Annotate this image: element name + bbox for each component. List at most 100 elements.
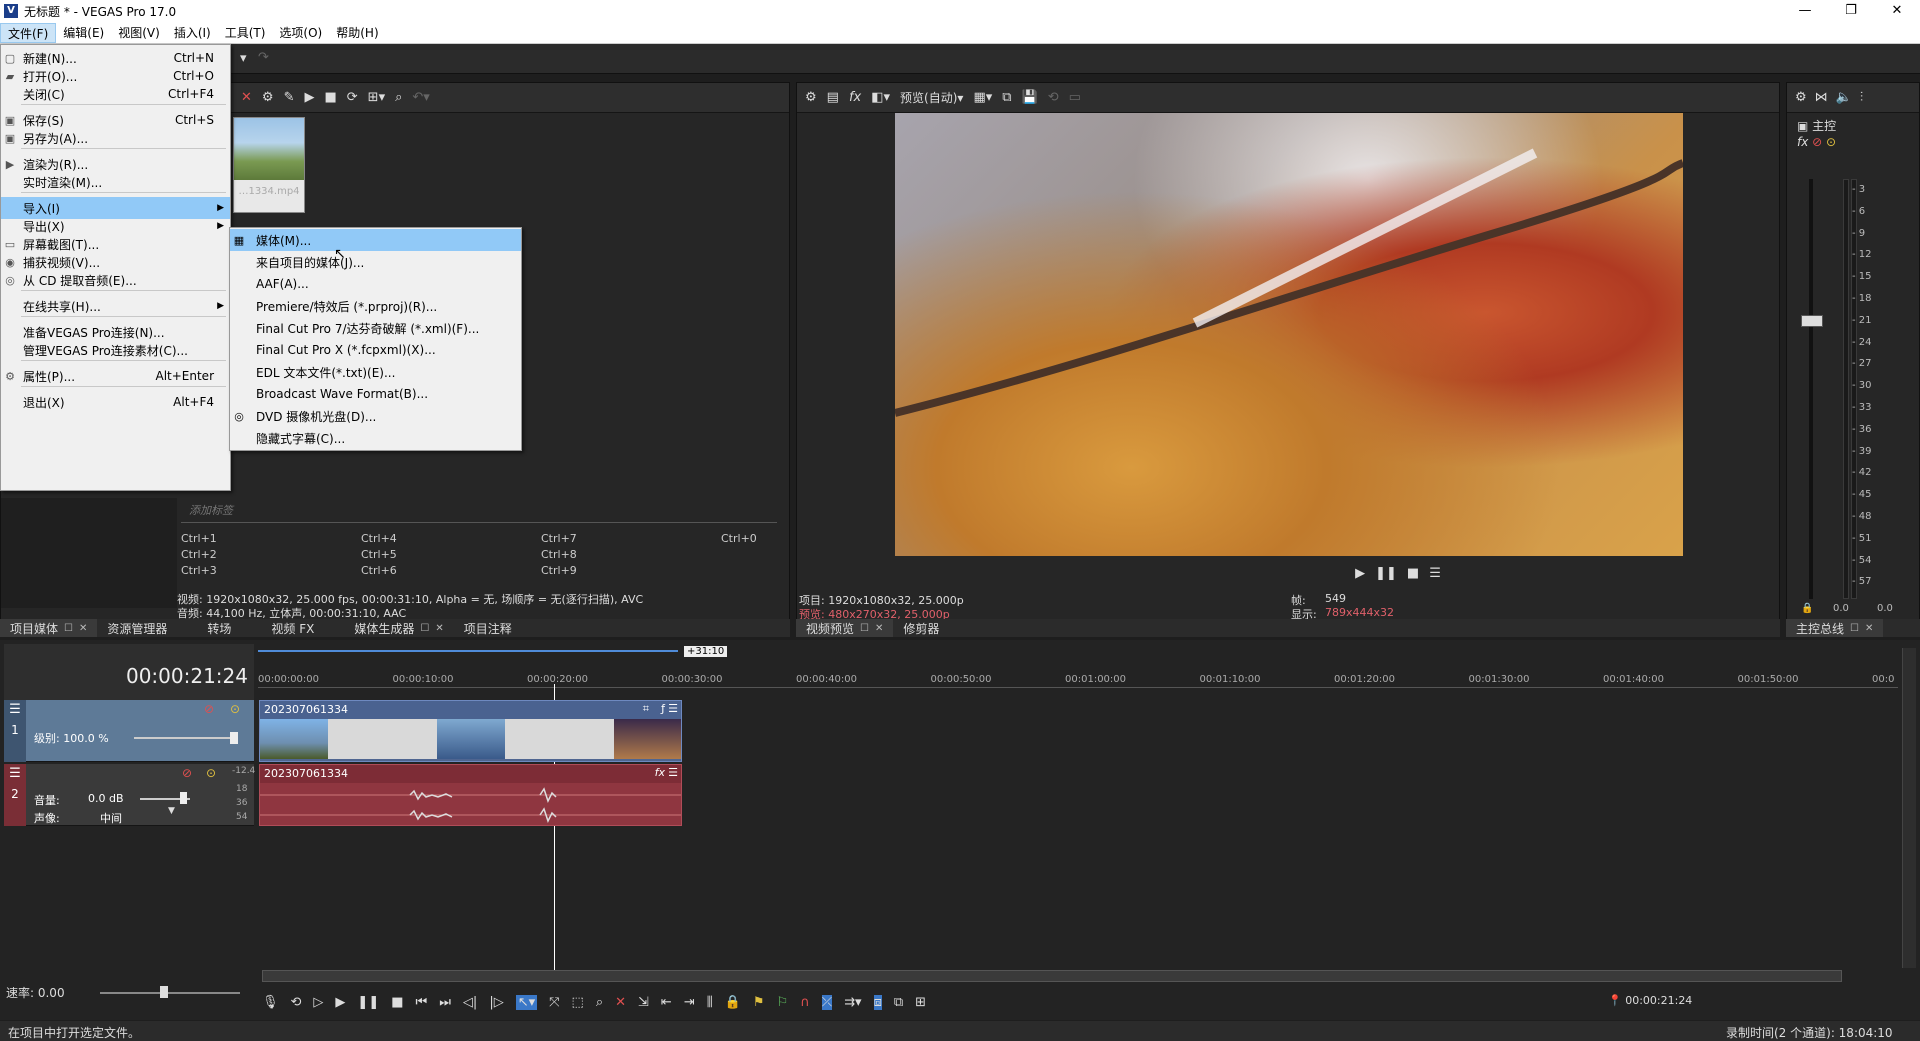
master-fx-icon[interactable]: fx [1797, 135, 1808, 149]
trim-icon[interactable]: ⇲ [638, 995, 649, 1010]
split-icon[interactable]: ⫼ [707, 995, 713, 1010]
mixer-icon[interactable]: ⫶ [1860, 90, 1863, 105]
redo-icon[interactable]: ↷ [258, 50, 269, 65]
dock-icon[interactable]: ☐ [420, 623, 429, 634]
import-submenu-item[interactable]: Broadcast Wave Format(B)... [230, 383, 521, 405]
shortcut-ctrl4[interactable]: Ctrl+4 [361, 532, 397, 545]
file-menu-item[interactable]: 退出(X) Alt+F4 [1, 391, 230, 413]
audio-track-menu-icon[interactable]: ☰ [4, 766, 26, 781]
sync-icon[interactable]: ⟲ [1048, 90, 1059, 105]
volume-handle[interactable] [180, 792, 187, 804]
loop-playback-icon[interactable]: ⟲ [291, 995, 302, 1010]
shortcut-ctrl2[interactable]: Ctrl+2 [181, 548, 217, 561]
audio-clip-menu-icon[interactable]: ☰ [668, 766, 678, 779]
delete-event-icon[interactable]: ✕ [615, 995, 626, 1010]
dock-icon[interactable]: ☐ [860, 623, 869, 634]
solo-icon[interactable]: ⊙ [1826, 135, 1836, 149]
clip-menu-icon[interactable]: ☰ [668, 702, 678, 715]
dock-icon[interactable]: ☐ [1850, 623, 1859, 634]
menu-edit[interactable]: 编辑(E) [56, 23, 111, 43]
video-clip[interactable]: 202307061334 ⌗ ƒ ☰ [259, 700, 682, 762]
clip-fx-icon[interactable]: ƒ [661, 702, 665, 715]
transport-stop-icon[interactable]: ■ [391, 995, 403, 1010]
preview-device-icon[interactable]: ▤ [827, 90, 839, 105]
menu-view[interactable]: 视图(V) [111, 23, 167, 43]
crop-icon[interactable]: ⌗ [643, 702, 649, 716]
add-tag-placeholder[interactable]: 添加标签 [181, 498, 777, 523]
file-menu-item[interactable]: 管理VEGAS Pro连接素材(C)... [1, 339, 230, 361]
downmix-icon[interactable]: ⋈ [1815, 90, 1828, 105]
undo-icon[interactable]: ↶▾ [412, 90, 429, 105]
master-gear-icon[interactable]: ⚙ [1795, 90, 1807, 105]
audio-clip[interactable]: 202307061334 fx ☰ [259, 764, 682, 826]
media-fx-icon[interactable]: ✎ [284, 90, 295, 105]
record-icon[interactable]: 🎙 [262, 995, 279, 1010]
normal-edit-tool-icon[interactable]: ↖▾ [515, 994, 538, 1010]
tab-project-media[interactable]: 项目媒体 ☐ ✕ [0, 619, 98, 637]
file-menu-item[interactable]: ◎ 从 CD 提取音频(E)... [1, 269, 230, 291]
import-submenu-item[interactable]: Premiere/特效后 (*.prproj)(R)... [230, 295, 521, 317]
tab-transitions[interactable]: 转场 [197, 619, 241, 637]
tab-master-bus[interactable]: 主控总线 ☐ ✕ [1786, 619, 1884, 637]
shortcut-ctrl3[interactable]: Ctrl+3 [181, 564, 217, 577]
properties-gear-icon[interactable]: ⚙ [262, 90, 274, 105]
preview-menu-icon[interactable]: ☰ [1429, 566, 1441, 581]
import-submenu-item[interactable]: ◎ DVD 摄像机光盘(D)... [230, 405, 521, 427]
next-frame-icon[interactable]: |▷ [489, 995, 503, 1010]
video-level-handle[interactable] [230, 732, 238, 744]
tab-trimmer[interactable]: 修剪器 [893, 619, 949, 637]
tab-video-fx[interactable]: 视频 FX [261, 619, 324, 637]
dock-icon[interactable]: ☐ [64, 623, 73, 634]
ripple-edit-icon[interactable]: ⇉▾ [844, 995, 861, 1010]
file-menu-item[interactable]: 在线共享(H)... ▶ [1, 295, 230, 317]
menu-help[interactable]: 帮助(H) [329, 23, 385, 43]
tab-video-preview[interactable]: 视频预览 ☐ ✕ [796, 619, 894, 637]
preview-pause-icon[interactable]: ❚❚ [1375, 566, 1397, 581]
display-icon[interactable]: ▭ [1069, 90, 1081, 105]
video-level-slider[interactable] [134, 737, 234, 739]
rate-handle[interactable] [160, 986, 168, 998]
file-menu-item[interactable]: ▣ 另存为(A)... [1, 127, 230, 149]
import-submenu-item[interactable]: 隐藏式字幕(C)... [230, 427, 521, 449]
mute-icon[interactable]: ⊘ [1812, 135, 1822, 149]
timecode-display[interactable]: 00:00:21:24 [126, 664, 248, 688]
snapping-icon[interactable]: ∩ [800, 995, 810, 1010]
timeline-v-scrollbar[interactable] [1902, 648, 1916, 968]
menu-options[interactable]: 选项(O) [272, 23, 329, 43]
close-icon[interactable]: ✕ [875, 623, 883, 634]
trim-start-icon[interactable]: ⇤ [661, 995, 672, 1010]
import-submenu-item[interactable]: Final Cut Pro 7/达芬奇破解 (*.xml)(F)... [230, 317, 521, 339]
master-fader-handle[interactable] [1801, 315, 1823, 327]
region-icon[interactable]: ⚐ [777, 995, 789, 1010]
audio-mute-icon[interactable]: ⊘ [182, 766, 192, 780]
file-menu-item[interactable]: 实时渲染(M)... [1, 171, 230, 193]
maximize-button[interactable]: ❐ [1828, 0, 1874, 22]
close-window-button[interactable]: ✕ [1874, 0, 1920, 22]
shortcut-ctrl8[interactable]: Ctrl+8 [541, 548, 577, 561]
shortcut-ctrl0[interactable]: Ctrl+0 [721, 532, 757, 545]
grouping-icon[interactable]: ⊞ [915, 995, 926, 1010]
zoom-tool-icon[interactable]: ⌕ [596, 995, 603, 1010]
audio-track-header[interactable]: ☰ 2 ⊘ ⊙ 音量: 0.0 dB 声像: 中间 ▼ -12.4 18 36 … [4, 764, 255, 826]
lock-event-icon[interactable]: 🔒 [725, 995, 741, 1010]
time-ruler[interactable]: 00:00:00:00 00:00:10:00 00:00:20:00 00:00:3… [258, 670, 1898, 688]
tab-media-generators[interactable]: 媒体生成器 ☐ ✕ [344, 619, 453, 637]
master-fader-track[interactable] [1809, 179, 1813, 599]
copy-snapshot-icon[interactable]: ⧉ [1002, 90, 1011, 105]
auto-crossfade-icon[interactable]: ⤫ [821, 994, 833, 1010]
play-icon[interactable]: ▶ [304, 90, 314, 105]
menu-tools[interactable]: 工具(T) [218, 23, 273, 43]
preview-quality-dropdown[interactable]: 预览(自动)▾ [900, 89, 963, 106]
close-icon[interactable]: ✕ [435, 623, 443, 634]
stop-icon[interactable]: ■ [324, 90, 336, 105]
auto-preview-icon[interactable]: ⟳ [347, 90, 358, 105]
search-icon[interactable]: ⌕ [395, 90, 402, 105]
import-submenu-item[interactable]: 来自项目的媒体(J)... [230, 251, 521, 273]
marker-icon[interactable]: ⚑ [753, 995, 765, 1010]
go-to-end-icon[interactable]: ⏭ [439, 995, 451, 1010]
file-menu-item[interactable]: ⚙ 属性(P)... Alt+Enter [1, 365, 230, 387]
shortcut-ctrl9[interactable]: Ctrl+9 [541, 564, 577, 577]
prev-frame-icon[interactable]: ◁| [463, 995, 477, 1010]
rate-slider[interactable] [100, 992, 240, 994]
play-from-start-icon[interactable]: ▷ [313, 995, 323, 1010]
